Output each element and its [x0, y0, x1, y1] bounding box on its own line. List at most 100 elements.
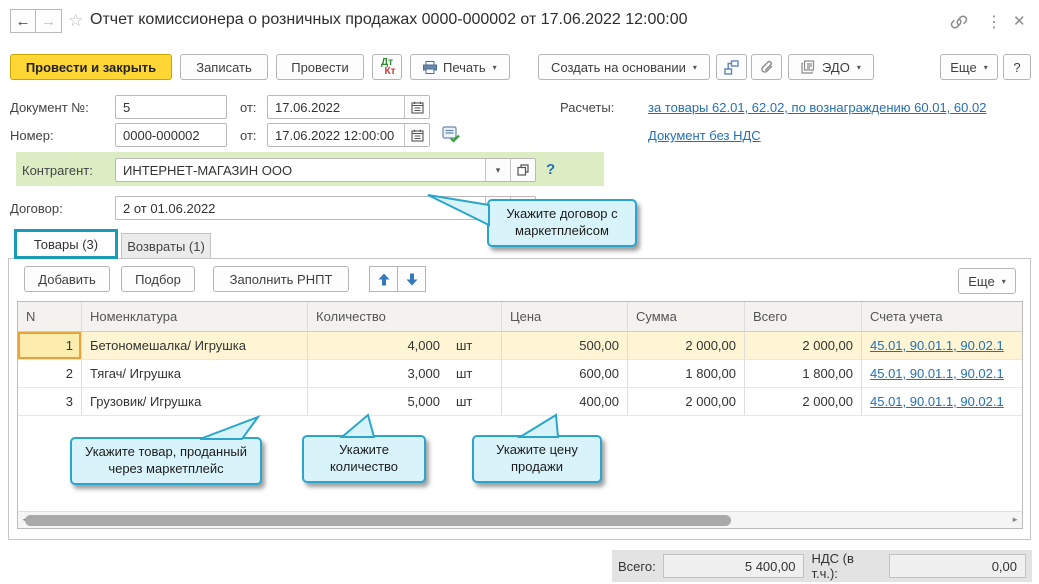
goods-tab-panel: Добавить Подбор Заполнить РНПТ Еще ▾ N Н… — [8, 258, 1031, 540]
related-documents-button[interactable] — [716, 54, 747, 80]
quantity-cell[interactable]: 4,000 — [308, 332, 448, 359]
doc-no-input[interactable]: 5 — [115, 95, 227, 119]
nomenclature-cell[interactable]: Тягач/ Игрушка — [82, 360, 308, 387]
number-label: Номер: — [10, 128, 54, 143]
quantity-cell[interactable]: 5,000 — [308, 388, 448, 415]
row-number-cell[interactable]: 2 — [18, 360, 82, 387]
scroll-right-icon[interactable]: ► — [1011, 515, 1019, 524]
tab-returns[interactable]: Возвраты (1) — [121, 233, 211, 259]
print-button[interactable]: Печать ▾ — [410, 54, 510, 80]
accounts-cell[interactable]: 45.01, 90.01.1, 90.02.1 — [862, 332, 1022, 359]
print-icon — [423, 61, 437, 74]
callout-price: Укажите цену продажи — [472, 435, 602, 483]
save-button[interactable]: Записать — [180, 54, 268, 80]
table-more-caret-icon: ▾ — [1002, 277, 1006, 286]
total-cell[interactable]: 2 000,00 — [745, 332, 862, 359]
row-number-cell[interactable]: 1 — [18, 332, 82, 359]
edo-button[interactable]: ЭДО ▾ — [788, 54, 874, 80]
footer-total-label: Всего: — [618, 559, 656, 574]
post-button[interactable]: Провести — [276, 54, 364, 80]
col-price[interactable]: Цена — [502, 302, 628, 331]
accounts-cell[interactable]: 45.01, 90.01.1, 90.02.1 — [862, 388, 1022, 415]
table-header-row: N Номенклатура Количество Цена Сумма Все… — [18, 302, 1022, 332]
print-caret-icon: ▾ — [493, 63, 497, 72]
set-current-time-icon[interactable] — [442, 125, 461, 143]
horizontal-scrollbar[interactable]: ◄ ► — [18, 511, 1022, 528]
total-cell[interactable]: 2 000,00 — [745, 388, 862, 415]
col-sum[interactable]: Сумма — [628, 302, 745, 331]
counterparty-help-link[interactable]: ? — [546, 161, 555, 178]
related-documents-icon — [724, 60, 739, 75]
price-cell[interactable]: 400,00 — [502, 388, 628, 415]
callout-tail — [500, 413, 570, 439]
fill-rnpt-button[interactable]: Заполнить РНПТ — [213, 266, 349, 292]
footer-vat-label: НДС (в т.ч.): — [811, 551, 882, 581]
print-label: Печать — [443, 60, 486, 75]
counterparty-open-icon[interactable] — [510, 159, 535, 181]
accounts-link[interactable]: 45.01, 90.01.1, 90.02.1 — [870, 338, 1004, 353]
nav-buttons: ← → — [10, 9, 62, 33]
table-more-label: Еще — [968, 274, 994, 289]
more-label: Еще — [950, 60, 976, 75]
doc-date-input[interactable]: 17.06.2022 — [267, 95, 430, 119]
accounts-link[interactable]: 45.01, 90.01.1, 90.02.1 — [870, 394, 1004, 409]
favorite-star-icon[interactable]: ☆ — [68, 11, 83, 31]
sum-cell[interactable]: 2 000,00 — [628, 332, 745, 359]
price-cell[interactable]: 600,00 — [502, 360, 628, 387]
kt-label: Кт — [384, 67, 395, 76]
col-n[interactable]: N — [18, 302, 82, 331]
table-more-button[interactable]: Еще ▾ — [958, 268, 1016, 294]
counterparty-input[interactable]: ИНТЕРНЕТ-МАГАЗИН ООО ▾ — [115, 158, 536, 182]
col-accounts[interactable]: Счета учета — [862, 302, 1022, 331]
unit-cell[interactable]: шт — [448, 360, 502, 387]
paperclip-icon — [760, 60, 774, 75]
no-vat-link[interactable]: Документ без НДС — [648, 128, 761, 143]
nomenclature-cell[interactable]: Бетономешалка/ Игрушка — [82, 332, 308, 359]
nomenclature-cell[interactable]: Грузовик/ Игрушка — [82, 388, 308, 415]
col-nomenclature[interactable]: Номенклатура — [82, 302, 308, 331]
counterparty-label: Контрагент: — [22, 163, 93, 178]
table-row[interactable]: 1 Бетономешалка/ Игрушка 4,000 шт 500,00… — [18, 332, 1022, 360]
settlements-link[interactable]: за товары 62.01, 62.02, по вознаграждени… — [648, 100, 986, 115]
help-button[interactable]: ? — [1003, 54, 1031, 80]
row-number-cell[interactable]: 3 — [18, 388, 82, 415]
attachments-button[interactable] — [751, 54, 782, 80]
doc-datetime-input[interactable]: 17.06.2022 12:00:00 — [267, 123, 430, 147]
counterparty-dropdown-icon[interactable]: ▾ — [485, 159, 510, 181]
callout-contract: Укажите договор с маркетплейсом — [487, 199, 637, 247]
pick-button[interactable]: Подбор — [121, 266, 195, 292]
move-up-icon[interactable] — [369, 266, 398, 292]
more-caret-icon: ▾ — [984, 63, 988, 72]
quantity-cell[interactable]: 3,000 — [308, 360, 448, 387]
close-icon[interactable]: ✕ — [1013, 12, 1026, 30]
accounts-link[interactable]: 45.01, 90.01.1, 90.02.1 — [870, 366, 1004, 381]
back-icon[interactable]: ← — [10, 9, 36, 33]
more-dots-icon[interactable]: ⋮ — [986, 12, 1002, 32]
create-based-on-button[interactable]: Создать на основании ▾ — [538, 54, 710, 80]
table-row[interactable]: 3 Грузовик/ Игрушка 5,000 шт 400,00 2 00… — [18, 388, 1022, 416]
move-down-icon[interactable] — [397, 266, 426, 292]
price-cell[interactable]: 500,00 — [502, 332, 628, 359]
accounts-cell[interactable]: 45.01, 90.01.1, 90.02.1 — [862, 360, 1022, 387]
col-quantity[interactable]: Количество — [308, 302, 502, 331]
unit-cell[interactable]: шт — [448, 332, 502, 359]
post-and-close-button[interactable]: Провести и закрыть — [10, 54, 172, 80]
scrollbar-thumb[interactable] — [25, 515, 731, 526]
create-based-caret-icon: ▾ — [693, 63, 697, 72]
number-input[interactable]: 0000-000002 — [115, 123, 227, 147]
dt-kt-postings-button[interactable]: Дт Кт — [372, 54, 402, 80]
table-row[interactable]: 2 Тягач/ Игрушка 3,000 шт 600,00 1 800,0… — [18, 360, 1022, 388]
total-cell[interactable]: 1 800,00 — [745, 360, 862, 387]
calendar-icon[interactable] — [404, 96, 429, 118]
sum-cell[interactable]: 2 000,00 — [628, 388, 745, 415]
col-total[interactable]: Всего — [745, 302, 862, 331]
calendar-icon[interactable] — [404, 124, 429, 146]
get-link-icon[interactable] — [950, 13, 968, 31]
unit-cell[interactable]: шт — [448, 388, 502, 415]
tab-goods[interactable]: Товары (3) — [14, 229, 118, 259]
forward-icon[interactable]: → — [36, 9, 62, 33]
add-row-button[interactable]: Добавить — [24, 266, 110, 292]
doc-no-label: Документ №: — [10, 100, 89, 115]
sum-cell[interactable]: 1 800,00 — [628, 360, 745, 387]
more-button[interactable]: Еще ▾ — [940, 54, 998, 80]
